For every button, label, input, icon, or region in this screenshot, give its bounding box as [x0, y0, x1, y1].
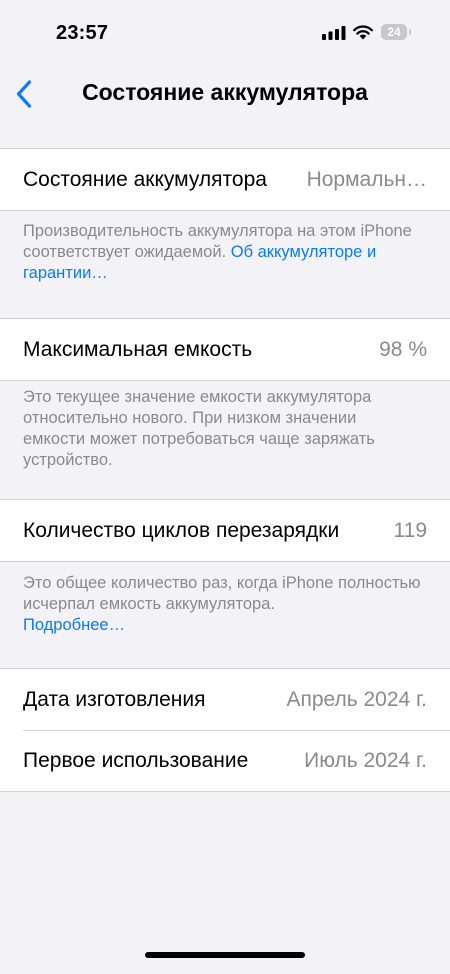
cycle-count-label: Количество циклов перезарядки — [23, 518, 340, 542]
battery-health-footer: Производительность аккумулятора на этом … — [23, 221, 423, 284]
max-capacity-value: 98 % — [379, 337, 427, 361]
navigation-bar: Состояние аккумулятора — [0, 60, 450, 126]
status-bar: 23:57 24 — [0, 0, 450, 60]
cellular-signal-icon — [322, 26, 346, 40]
first-use-row: Первое использование Июль 2024 г. — [0, 730, 450, 791]
cycle-count-footer: Это общее количество раз, когда iPhone п… — [23, 573, 423, 636]
page-title: Состояние аккумулятора — [82, 79, 368, 105]
max-capacity-group: Максимальная емкость 98 % — [0, 318, 450, 381]
first-use-label: Первое использование — [23, 748, 249, 772]
cycle-count-value: 119 — [393, 518, 427, 542]
manufacture-date-row: Дата изготовления Апрель 2024 г. — [0, 669, 450, 730]
cycle-count-row: Количество циклов перезарядки 119 — [0, 500, 450, 561]
learn-more-link[interactable]: Подробнее… — [23, 616, 125, 634]
max-capacity-footer: Это текущее значение емкости аккумулятор… — [23, 388, 375, 469]
dates-group: Дата изготовления Апрель 2024 г. Первое … — [0, 668, 450, 792]
manufacture-date-label: Дата изготовления — [23, 687, 206, 711]
first-use-value: Июль 2024 г. — [304, 748, 427, 772]
status-time: 23:57 — [56, 22, 109, 44]
battery-icon: 24 — [381, 24, 407, 40]
wifi-icon — [353, 25, 373, 40]
max-capacity-label: Максимальная емкость — [23, 337, 253, 361]
battery-health-value: Нормальн… — [306, 167, 427, 191]
manufacture-date-value: Апрель 2024 г. — [286, 687, 427, 711]
cycle-count-footer-text: Это общее количество раз, когда iPhone п… — [23, 574, 421, 613]
home-indicator[interactable] — [145, 952, 305, 958]
max-capacity-row: Максимальная емкость 98 % — [0, 319, 450, 380]
battery-health-row[interactable]: Состояние аккумулятора Нормальн… — [0, 149, 450, 210]
cycle-count-group: Количество циклов перезарядки 119 — [0, 499, 450, 562]
battery-health-label: Состояние аккумулятора — [23, 167, 267, 191]
battery-health-group: Состояние аккумулятора Нормальн… — [0, 148, 450, 211]
battery-cap — [409, 29, 411, 35]
